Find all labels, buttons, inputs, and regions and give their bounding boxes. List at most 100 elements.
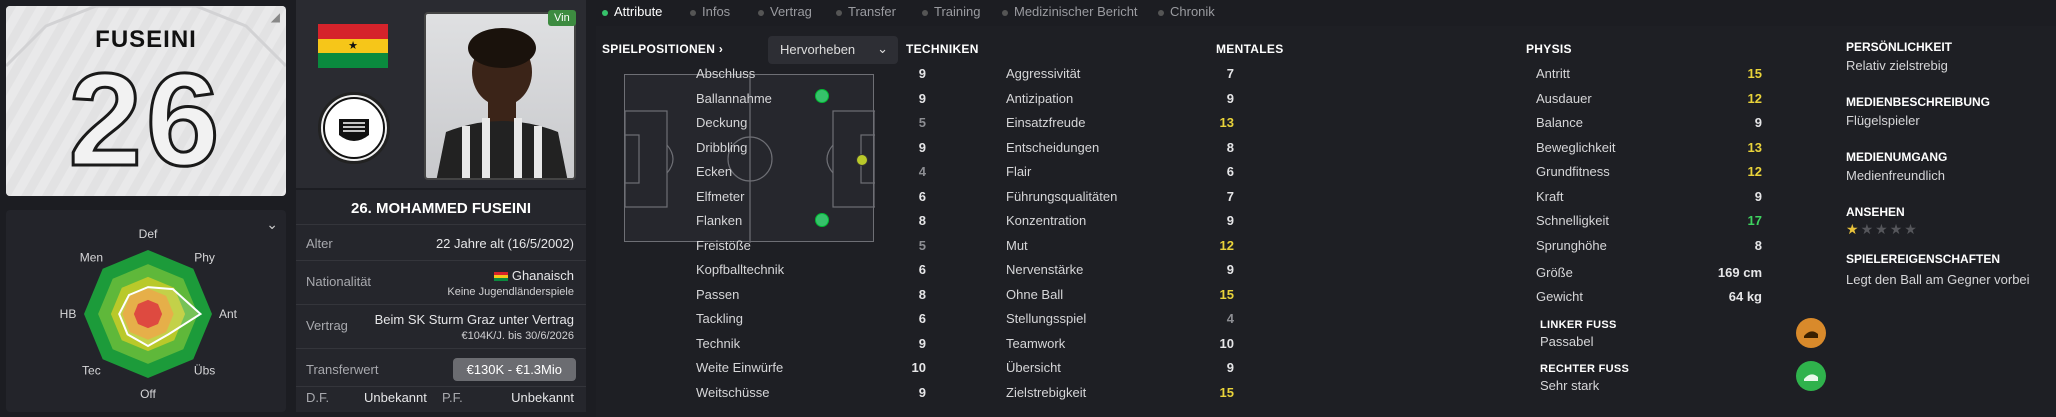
radar-label: Ant	[219, 307, 238, 321]
tab-label: Vertrag	[770, 4, 812, 19]
divider	[296, 304, 586, 305]
gewicht-label: Gewicht	[1536, 289, 1583, 304]
attribute-value: 7	[1226, 66, 1234, 81]
personality-title: PERSÖNLICHKEIT	[1846, 40, 1953, 54]
star-icon: ★	[1860, 221, 1876, 237]
tab-label: Chronik	[1170, 4, 1215, 19]
chevron-right-icon: ›	[718, 42, 724, 56]
age-value: 22 Jahre alt (16/5/2002)	[435, 236, 574, 251]
attribute-value: 8	[918, 286, 926, 302]
attribute-value: 6	[918, 311, 926, 326]
attribute-value: 5	[918, 115, 926, 130]
attribute-value: 8	[1226, 139, 1234, 155]
position-dot-st[interactable]	[856, 154, 868, 166]
attribute-name: Deckung	[696, 115, 748, 130]
player-trait-item: Legt den Ball am Gegner vorbei	[1846, 272, 2030, 287]
divider	[296, 348, 586, 349]
physis-title: PHYSIS	[1526, 42, 1572, 56]
star-icon: ★	[1875, 221, 1890, 237]
position-dot-aml[interactable]	[815, 89, 829, 103]
attribute-name: Weite Einwürfe	[696, 360, 784, 375]
tab-label: Infos	[702, 4, 731, 19]
radar-label: Übs	[194, 364, 215, 378]
position-dot-amr[interactable]	[815, 213, 829, 227]
attribute-name: Passen	[696, 286, 740, 302]
star-icon: ★	[1889, 221, 1905, 237]
highlight-dropdown[interactable]: Hervorheben ⌄	[768, 36, 898, 64]
age-label: Alter	[306, 236, 333, 251]
rechter-fuss-value: Sehr stark	[1540, 378, 1600, 393]
attribute-name: Flanken	[696, 213, 743, 228]
attribute-value: 7	[1226, 188, 1234, 204]
attribute-name: Beweglichkeit	[1536, 139, 1616, 155]
attribute-name: Flair	[1006, 164, 1032, 179]
tab-vertrag[interactable]: Vertrag	[758, 4, 812, 19]
tab-dot	[1002, 9, 1008, 16]
shirt-card: FUSEINI 26 ◢	[6, 6, 286, 196]
attribute-value: 6	[918, 262, 926, 277]
attribute-name: Sprunghöhe	[1536, 237, 1607, 253]
positions-title-text: SPIELPOSITIONEN	[602, 42, 716, 56]
ghana-flag: ★	[318, 24, 388, 68]
reputation-stars: ★★★★★	[1846, 221, 1919, 238]
attribute-name: Antritt	[1536, 66, 1570, 81]
tab-label: Transfer	[848, 4, 896, 19]
df-value: Unbekannt	[364, 390, 427, 405]
attribute-name: Ohne Ball	[1006, 286, 1064, 302]
radar-label: HB	[60, 307, 77, 321]
transfer-value-pill[interactable]: €130K - €1.3Mio	[452, 358, 576, 381]
attribute-value: 9	[918, 384, 926, 400]
attribute-value: 12	[1747, 164, 1762, 179]
attribute-name: Ballannahme	[696, 90, 772, 106]
ghana-flag-small-icon	[493, 272, 508, 282]
positions-title[interactable]: SPIELPOSITIONEN ›	[602, 42, 723, 56]
player-header-card: ★ Vin	[296, 0, 586, 188]
contract-label: Vertrag	[306, 318, 348, 333]
divider	[296, 386, 586, 387]
attribute-value: 6	[1226, 164, 1234, 179]
badge: Vin	[548, 10, 576, 26]
attribute-value: 8	[918, 213, 926, 228]
shirt-number: 26	[67, 46, 224, 193]
highlight-dropdown-label: Hervorheben	[780, 42, 856, 57]
attribute-value: 10	[1219, 335, 1234, 351]
attribute-value: 17	[1747, 213, 1762, 228]
tab-label: Attribute	[614, 4, 663, 19]
radar-label: Tec	[82, 364, 101, 378]
player-traits-title: SPIELEREIGENSCHAFTEN	[1846, 252, 2001, 266]
attribute-name: Zielstrebigkeit	[1006, 384, 1087, 400]
attribute-name: Übersicht	[1006, 360, 1061, 375]
attribute-value: 8	[1754, 237, 1762, 253]
tab-chronik[interactable]: Chronik	[1158, 4, 1215, 19]
chevron-down-icon: ⌄	[877, 41, 888, 56]
tab-attribute[interactable]: Attribute	[602, 4, 662, 19]
left-foot-icon	[1796, 318, 1826, 348]
player-info-panel: 26. MOHAMMED FUSEINI Alter 22 Jahre alt …	[296, 190, 586, 412]
pf-value: Unbekannt	[511, 390, 574, 405]
attribute-name: Konzentration	[1006, 213, 1087, 228]
attribute-value: 6	[918, 188, 926, 204]
attribute-name: Ausdauer	[1536, 90, 1592, 106]
attribute-name: Schnelligkeit	[1536, 213, 1609, 228]
attribute-name: Stellungsspiel	[1006, 311, 1087, 326]
tab-medizinischer-bericht[interactable]: Medizinischer Bericht	[1002, 4, 1138, 19]
attribute-value: 13	[1747, 139, 1762, 155]
tab-training[interactable]: Training	[922, 4, 980, 19]
tab-infos[interactable]: Infos	[690, 4, 730, 19]
attribute-name: Aggressivität	[1006, 66, 1081, 81]
attribute-value: 5	[918, 237, 926, 253]
media-handling-title: MEDIENUMGANG	[1846, 150, 1948, 164]
attribute-radar: Def Phy Ant Übs Off Tec HB Men	[60, 227, 238, 401]
tab-dot	[602, 9, 608, 16]
tab-dot	[1158, 9, 1164, 16]
attribute-name: Antizipation	[1006, 90, 1074, 106]
media-description-value: Flügelspieler	[1846, 113, 1920, 128]
star-icon: ★	[1904, 221, 1919, 237]
attribute-radar-panel: ⌄ Def Phy Ant Übs Off Tec HB Men	[6, 210, 286, 412]
attribute-name: Führungsqualitäten	[1006, 188, 1118, 204]
radar-label: Off	[140, 387, 156, 401]
divider	[296, 224, 586, 225]
tab-transfer[interactable]: Transfer	[836, 4, 896, 19]
tab-dot	[836, 9, 842, 16]
transfer-label: Transferwert	[306, 362, 379, 377]
